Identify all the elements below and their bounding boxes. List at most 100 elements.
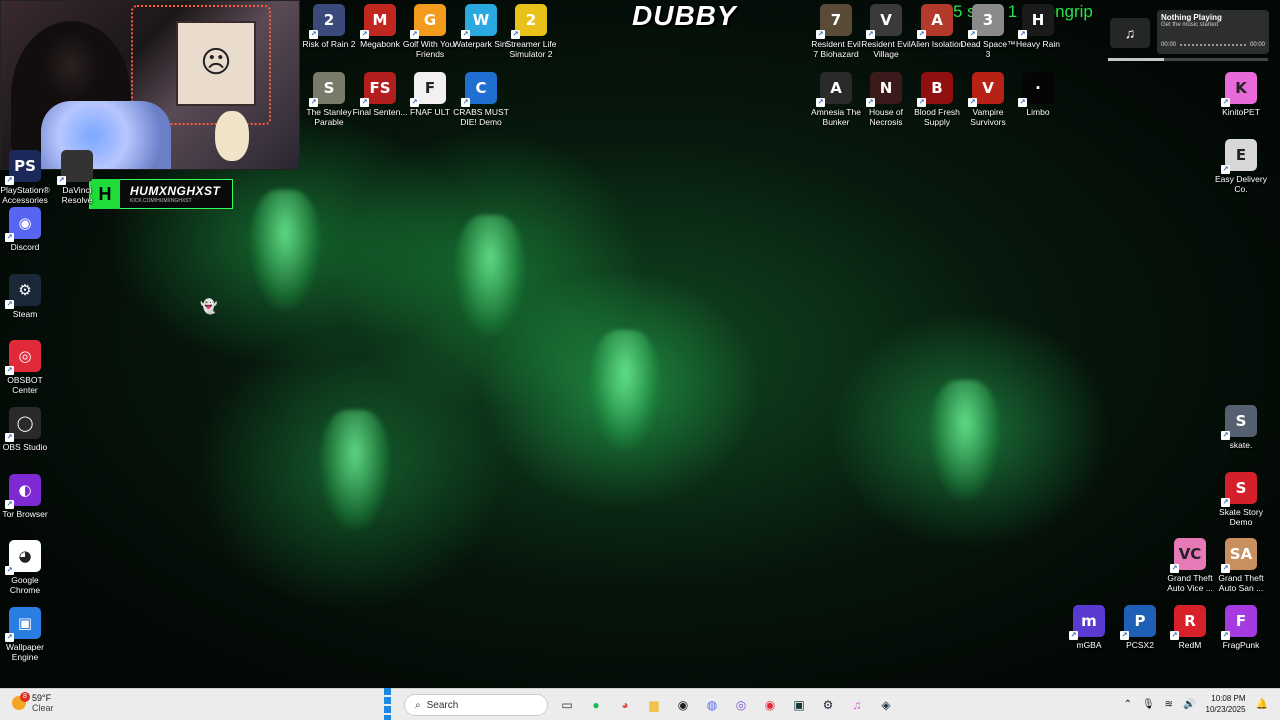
volume-icon[interactable]: 🔊 — [1183, 699, 1195, 710]
clock-time: 10:08 PM — [1211, 694, 1246, 703]
taskbar-clock[interactable]: 10:08 PM 10/23/2025 — [1206, 693, 1246, 715]
desktop-icon-playstation-accessories[interactable]: PS ↗ PlayStation® Accessories — [0, 150, 53, 205]
desktop-icon-house-of-necrosis[interactable]: N ↗ House of Necrosis — [858, 72, 914, 127]
desktop-icon-resident-evil-village[interactable]: V ↗ Resident Evil Village — [858, 4, 914, 59]
desktop-icon-obs-studio[interactable]: ◯ ↗ OBS Studio — [0, 407, 53, 452]
shortcut-arrow-icon: ↗ — [1018, 98, 1027, 107]
desktop-icon-the-stanley-parable[interactable]: S ↗ The Stanley Parable — [301, 72, 357, 127]
vampire-survivors-icon: V ↗ — [968, 72, 1004, 107]
microphone-icon[interactable]: 🎙 — [1142, 699, 1155, 710]
desktop-icon-google-chrome[interactable]: ◕ ↗ Google Chrome — [0, 540, 53, 595]
shortcut-arrow-icon: ↗ — [917, 98, 926, 107]
fragpunk-icon: F ↗ — [1221, 605, 1257, 640]
discord-icon: ◉ ↗ — [5, 207, 41, 242]
desktop-icon-label: Risk of Rain 2 — [302, 39, 356, 49]
taskbar-chrome-icon[interactable]: ◕ — [614, 694, 636, 716]
resident-evil-7-biohazard-icon: 7 ↗ — [816, 4, 852, 39]
desktop-icon-alien-isolation[interactable]: A ↗ Alien Isolation — [909, 4, 965, 49]
desktop-icon-blood-fresh-supply[interactable]: B ↗ Blood Fresh Supply — [909, 72, 965, 127]
desktop-icon-resident-evil-7-biohazard[interactable]: 7 ↗ Resident Evil 7 Biohazard — [808, 4, 864, 59]
taskbar-task-view-icon[interactable]: ▭ — [556, 694, 578, 716]
desktop-icon-label: House of Necrosis — [868, 107, 904, 127]
music-note-icon[interactable]: ♫ — [1110, 18, 1150, 48]
desktop-icon-final-senten[interactable]: FS ↗ Final Senten... — [352, 72, 408, 117]
shortcut-arrow-icon: ↗ — [1120, 631, 1129, 640]
desktop-icon-fnaf-ult[interactable]: F ↗ FNAF ULT — [402, 72, 458, 117]
search-icon: ⌕ — [415, 699, 421, 711]
desktop-icon-label: Dead Space™ 3 — [960, 39, 1016, 59]
shortcut-arrow-icon: ↗ — [1069, 631, 1078, 640]
taskbar-file-explorer-icon[interactable]: ▆ — [643, 694, 665, 716]
taskbar-browser-icon[interactable]: ◎ — [730, 694, 752, 716]
shortcut-arrow-icon: ↗ — [866, 30, 875, 39]
taskbar-terminal-icon[interactable]: ▣ — [788, 694, 810, 716]
taskbar-discord-icon[interactable]: ◍ — [701, 694, 723, 716]
start-button[interactable] — [380, 688, 402, 720]
desktop-icon-risk-of-rain-2[interactable]: 2 ↗ Risk of Rain 2 — [301, 4, 357, 49]
desktop-icon-vampire-survivors[interactable]: V ↗ Vampire Survivors — [960, 72, 1016, 127]
shortcut-arrow-icon: ↗ — [309, 98, 318, 107]
alien-isolation-icon: A ↗ — [917, 4, 953, 39]
clock-date: 10/23/2025 — [1205, 705, 1246, 714]
shortcut-arrow-icon: ↗ — [1221, 98, 1230, 107]
taskbar-obsbot-icon[interactable]: ◉ — [759, 694, 781, 716]
desktop-icon-skate[interactable]: S ↗ skate. — [1213, 405, 1269, 450]
taskbar-obs-icon[interactable]: ◉ — [672, 694, 694, 716]
desktop-icon-fragpunk[interactable]: F ↗ FragPunk — [1213, 605, 1269, 650]
shortcut-arrow-icon: ↗ — [360, 98, 369, 107]
streamer-name: HUMXNGHXST — [130, 184, 221, 198]
now-playing-track — [1180, 44, 1246, 46]
shortcut-arrow-icon: ↗ — [5, 433, 14, 442]
now-playing-widget[interactable]: Nothing Playing Get the music started 00… — [1157, 10, 1269, 54]
desktop-icon-heavy-rain[interactable]: H ↗ Heavy Rain — [1010, 4, 1066, 49]
ghost-icon: 👻 — [200, 298, 218, 314]
shortcut-arrow-icon: ↗ — [511, 30, 520, 39]
now-playing-subtitle: Get the music started — [1161, 22, 1219, 28]
desktop-icon-skate-story-demo[interactable]: S ↗ Skate Story Demo — [1213, 472, 1269, 527]
amnesia-the-bunker-icon: A ↗ — [816, 72, 852, 107]
desktop-icon-label: Grand Theft Auto San ... — [1218, 573, 1264, 593]
desktop-icon-steam[interactable]: ⚙ ↗ Steam — [0, 274, 53, 319]
desktop-icon-kinitopet[interactable]: K ↗ KinitoPET — [1213, 72, 1269, 117]
desktop-icon-limbo[interactable]: · ↗ Limbo — [1010, 72, 1066, 117]
desktop-wallpaper: ☹ H HUMXNGHXST KICK.COM/HUMXNGHXST DUBBY… — [0, 0, 1280, 688]
notification-bell-icon[interactable]: 🔔 — [1256, 699, 1268, 710]
taskbar-itunes-icon[interactable]: ♫ — [846, 694, 868, 716]
desktop-icon-redm[interactable]: R ↗ RedM — [1162, 605, 1218, 650]
taskbar-davinci-icon[interactable]: ◈ — [875, 694, 897, 716]
desktop-icon-discord[interactable]: ◉ ↗ Discord — [0, 207, 53, 252]
shortcut-arrow-icon: ↗ — [461, 98, 470, 107]
desktop-icon-label: FragPunk — [1222, 640, 1260, 650]
shortcut-arrow-icon: ↗ — [1221, 498, 1230, 507]
desktop-icon-crabs-must-die-demo[interactable]: C ↗ CRABS MUST DIE! Demo — [453, 72, 509, 127]
taskbar-spotify-icon[interactable]: ● — [585, 694, 607, 716]
wallpaper-hand — [930, 380, 1000, 500]
desktop-icon-easy-delivery-co[interactable]: E ↗ Easy Delivery Co. — [1213, 139, 1269, 194]
desktop-icon-grand-theft-auto-vice[interactable]: VC ↗ Grand Theft Auto Vice ... — [1162, 538, 1218, 593]
desktop-icon-waterpark-sim[interactable]: W ↗ Waterpark Sim — [453, 4, 509, 49]
desktop-icon-mgba[interactable]: m ↗ mGBA — [1061, 605, 1117, 650]
desktop-icon-pcsx2[interactable]: P ↗ PCSX2 — [1112, 605, 1168, 650]
taskbar-search[interactable]: ⌕ Search — [404, 694, 548, 716]
desktop-icon-obsbot-center[interactable]: ◎ ↗ OBSBOT Center — [0, 340, 53, 395]
tor-icon: ◐ ↗ — [5, 474, 41, 509]
desktop-icon-streamer-life-simulator-2[interactable]: 2 ↗ Streamer Life Simulator 2 — [503, 4, 559, 59]
desktop-icon-tor-browser[interactable]: ◐ ↗ Tor Browser — [0, 474, 53, 519]
shortcut-arrow-icon: ↗ — [5, 233, 14, 242]
weather-widget[interactable]: 8 59°F Clear — [12, 692, 54, 713]
desktop-icon-amnesia-the-bunker[interactable]: A ↗ Amnesia The Bunker — [808, 72, 864, 127]
shortcut-arrow-icon: ↗ — [816, 98, 825, 107]
desktop-icon-label: Blood Fresh Supply — [914, 107, 960, 127]
desktop-icon-wallpaper-engine[interactable]: ▣ ↗ Wallpaper Engine — [0, 607, 53, 662]
skate-story-demo-icon: S ↗ — [1221, 472, 1257, 507]
taskbar-steam-icon[interactable]: ⚙ — [817, 694, 839, 716]
desktop-icon-davinci-resolve[interactable]: ↗ DaVinci Resolve — [49, 150, 105, 205]
desktop-icon-grand-theft-auto-san[interactable]: SA ↗ Grand Theft Auto San ... — [1213, 538, 1269, 593]
chevron-up-icon[interactable]: ⌃ — [1124, 699, 1132, 710]
wifi-icon[interactable]: ≋ — [1165, 699, 1173, 710]
desktop-icon-label: DaVinci Resolve — [61, 185, 93, 205]
desktop-icon-megabonk[interactable]: M ↗ Megabonk — [352, 4, 408, 49]
desktop-icon-label: PlayStation® Accessories — [0, 185, 50, 205]
desktop-icon-dead-space-3[interactable]: 3 ↗ Dead Space™ 3 — [960, 4, 1016, 59]
desktop-icon-golf-with-your-friends[interactable]: G ↗ Golf With Your Friends — [402, 4, 458, 59]
